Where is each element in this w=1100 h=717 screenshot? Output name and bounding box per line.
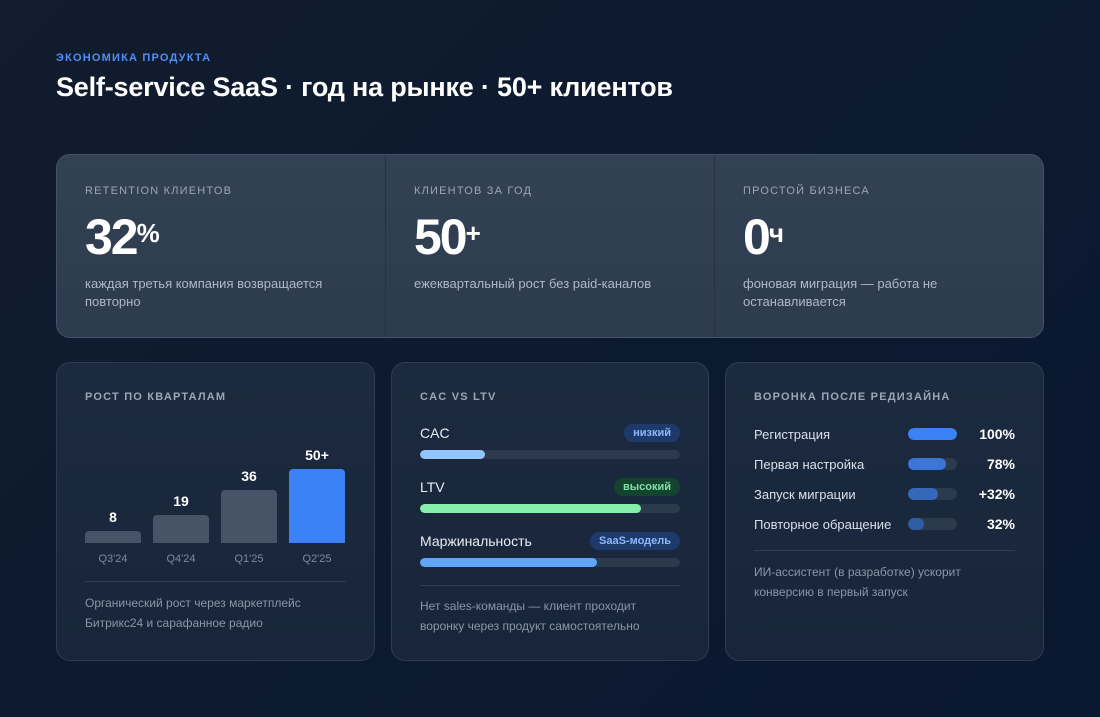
funnel-card: ВОРОНКА ПОСЛЕ РЕДИЗАЙНА Регистрация 100% П… [725, 362, 1044, 661]
kpi-strip: RETENTION КЛИЕНТОВ 32% каждая третья ком… [56, 154, 1044, 338]
section-eyebrow: ЭКОНОМИКА ПРОДУКТА [56, 52, 212, 64]
funnel-step-value: 32% [986, 516, 1015, 532]
bar-value-label: 50+ [305, 447, 329, 463]
bar-0 [85, 531, 141, 543]
metric-name: Маржинальность [420, 533, 532, 549]
x-tick-label: Q3'24 [98, 553, 128, 565]
divider [85, 581, 346, 582]
x-tick-label: Q4'24 [166, 553, 196, 565]
metric-badge: высокий [613, 478, 680, 496]
metric-head: Маржинальность SaaS-модель [420, 531, 680, 551]
kpi-label: КЛИЕНТОВ ЗА ГОД [414, 185, 533, 197]
kpi-downtime: ПРОСТОЙ БИЗНЕСА 0ч фоновая миграция — ра… [714, 155, 1043, 337]
funnel-fill [908, 428, 957, 440]
metric-fill [420, 504, 641, 513]
metric-badge: SaaS-модель [590, 532, 680, 550]
bar-1 [153, 515, 209, 543]
metric-row: CAC низкий [420, 423, 680, 459]
funnel-step: Запуск миграции +32% [754, 479, 1015, 509]
kpi-number: 50 [414, 209, 468, 265]
metric-name: CAC [420, 425, 450, 441]
kpi-label: ПРОСТОЙ БИЗНЕСА [743, 185, 870, 197]
bar-value-label: 36 [241, 468, 257, 484]
funnel-step-name: Первая настройка [754, 456, 865, 472]
divider [754, 550, 1015, 551]
kpi-retention: RETENTION КЛИЕНТОВ 32% каждая третья ком… [57, 155, 385, 337]
kpi-clients: КЛИЕНТОВ ЗА ГОД 50+ ежеквартальный рост … [385, 155, 714, 337]
growth-card: РОСТ ПО КВАРТАЛАМ 8 19 36 50+ Q3'24 Q4'24 Q1'… [56, 362, 375, 661]
kpi-value: 32% [85, 211, 357, 263]
kpi-label: RETENTION КЛИЕНТОВ [85, 185, 233, 197]
funnel-step-name: Регистрация [754, 426, 830, 442]
cac-ltv-footnote: Нет sales-команды — клиент проходит воро… [420, 599, 640, 633]
funnel-track [908, 458, 957, 470]
kpi-suffix: + [465, 218, 481, 248]
x-axis-labels: Q3'24 Q4'24 Q1'25 Q2'25 [85, 553, 347, 573]
page: ЭКОНОМИКА ПРОДУКТА Self-service SaaS · г… [0, 0, 1100, 717]
kpi-description: каждая третья компания возвращается повт… [85, 276, 323, 309]
x-tick-label: Q1'25 [234, 553, 264, 565]
card-title: CAC VS LTV [420, 391, 497, 403]
funnel-footnote: ИИ-ассистент (в разработке) ускорит конв… [754, 565, 961, 599]
funnel-step-name: Повторное обращение [754, 516, 892, 532]
divider [420, 585, 680, 586]
funnel-step: Первая настройка 78% [754, 449, 1015, 479]
kpi-number: 32 [85, 209, 139, 265]
funnel-step-value: +32% [978, 486, 1015, 502]
metric-head: CAC низкий [420, 423, 680, 443]
bar-value-label: 8 [109, 509, 117, 525]
funnel-fill [908, 518, 924, 530]
funnel-step-value: 100% [979, 426, 1015, 442]
funnel-fill [908, 488, 939, 500]
kpi-suffix: ч [768, 218, 784, 248]
metric-fill [420, 558, 597, 567]
metric-track [420, 558, 680, 567]
card-title: РОСТ ПО КВАРТАЛАМ [85, 391, 227, 403]
funnel-step-value: 78% [986, 456, 1015, 472]
kpi-suffix: % [136, 218, 160, 248]
metrics-list: CAC низкий LTV высокий Маржинальность SaaS-мо… [420, 423, 680, 567]
metric-name: LTV [420, 479, 445, 495]
kpi-number: 0 [743, 209, 771, 265]
bar-2 [221, 490, 277, 543]
funnel-step-name: Запуск миграции [754, 486, 856, 502]
bar-3 [289, 469, 345, 543]
kpi-description: ежеквартальный рост без paid-каналов [414, 276, 652, 291]
card-title: ВОРОНКА ПОСЛЕ РЕДИЗАЙНА [754, 391, 951, 403]
funnel-step: Регистрация 100% [754, 419, 1015, 449]
page-title: Self-service SaaS · год на рынке · 50+ к… [56, 72, 673, 102]
metric-row: LTV высокий [420, 477, 680, 513]
funnel-list: Регистрация 100% Первая настройка 78% Запуск… [754, 419, 1015, 539]
metric-track [420, 450, 680, 459]
metric-track [420, 504, 680, 513]
funnel-track [908, 428, 957, 440]
cac-ltv-card: CAC VS LTV CAC низкий LTV высокий Маржинальн… [391, 362, 709, 661]
metric-row: Маржинальность SaaS-модель [420, 531, 680, 567]
bar-value-label: 19 [173, 493, 189, 509]
quarterly-bar-chart: 8 19 36 50+ [85, 423, 347, 543]
kpi-value: 0ч [743, 211, 1015, 263]
kpi-value: 50+ [414, 211, 686, 263]
metric-badge: низкий [624, 424, 680, 442]
growth-footnote: Органический рост через маркетплейс Битр… [85, 596, 301, 630]
funnel-fill [908, 458, 947, 470]
x-tick-label: Q2'25 [302, 553, 332, 565]
metric-head: LTV высокий [420, 477, 680, 497]
funnel-track [908, 518, 957, 530]
metric-fill [420, 450, 485, 459]
funnel-step: Повторное обращение 32% [754, 509, 1015, 539]
funnel-track [908, 488, 957, 500]
kpi-description: фоновая миграция — работа не останавлива… [743, 276, 938, 309]
